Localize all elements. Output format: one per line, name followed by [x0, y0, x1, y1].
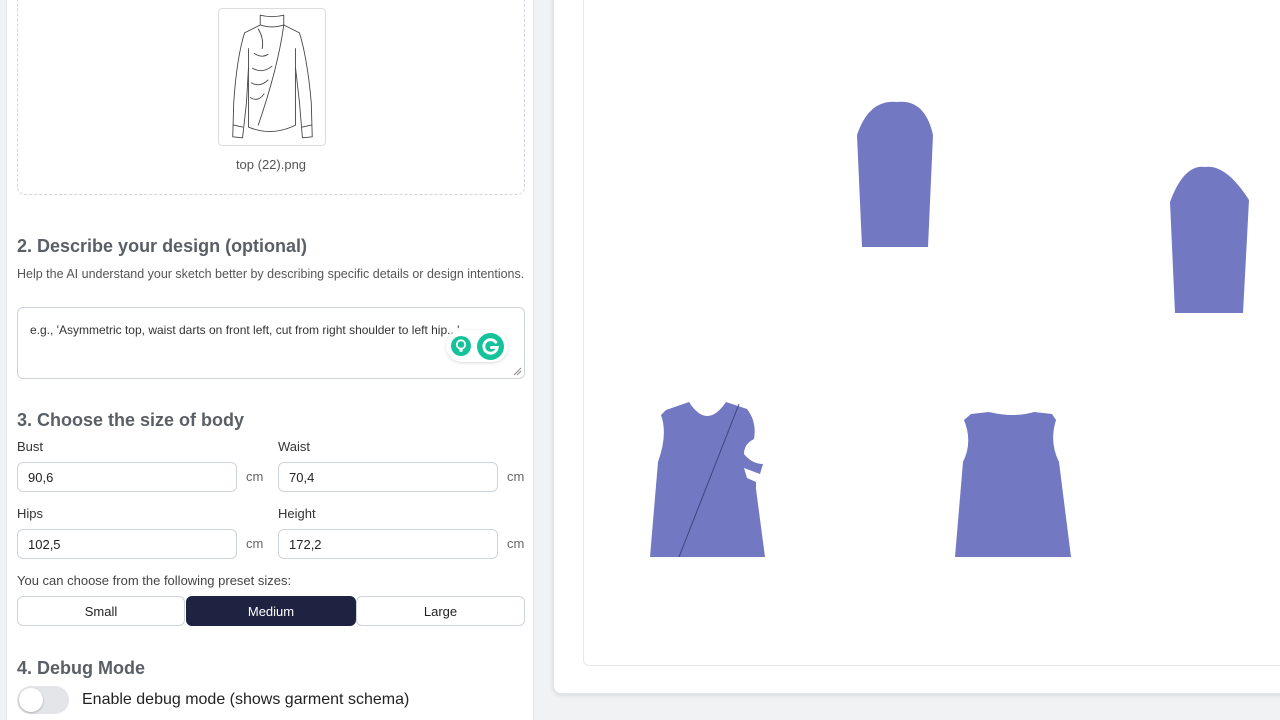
bust-label: Bust — [17, 439, 44, 454]
debug-toggle-label: Enable debug mode (shows garment schema) — [82, 691, 410, 708]
height-unit: cm — [507, 536, 525, 551]
preset-medium-button[interactable]: Medium — [186, 596, 356, 626]
hips-unit: cm — [246, 536, 264, 551]
sleeve-piece-left — [857, 101, 933, 247]
resize-handle-icon[interactable] — [513, 367, 522, 376]
front-bodice-piece — [650, 402, 765, 557]
grammarly-icon[interactable] — [477, 333, 504, 360]
grammarly-widget[interactable] — [446, 330, 508, 362]
preset-large-button[interactable]: Large — [356, 596, 525, 626]
pattern-canvas — [583, 0, 1280, 666]
sleeve-piece-right — [1170, 166, 1249, 313]
design-description-textarea[interactable]: e.g., 'Asymmetric top, waist darts on fr… — [17, 307, 525, 379]
debug-heading: 4. Debug Mode — [17, 658, 146, 678]
waist-unit: cm — [507, 469, 525, 484]
height-label: Height — [278, 506, 316, 521]
image-dropzone[interactable]: top (22).png — [17, 0, 525, 195]
describe-help-text: Help the AI understand your sketch bette… — [17, 267, 525, 281]
pattern-pieces-svg — [650, 101, 1249, 558]
hips-label: Hips — [17, 506, 44, 521]
toggle-knob — [19, 688, 43, 712]
bust-unit: cm — [246, 469, 264, 484]
describe-heading: 2. Describe your design (optional) — [17, 236, 308, 256]
back-bodice-piece — [955, 412, 1071, 557]
debug-mode-toggle[interactable] — [17, 686, 69, 714]
waist-input[interactable] — [278, 462, 498, 492]
bust-input[interactable] — [17, 462, 237, 492]
textarea-placeholder: e.g., 'Asymmetric top, waist darts on fr… — [30, 323, 460, 337]
preset-small-button[interactable]: Small — [17, 596, 185, 626]
size-heading: 3. Choose the size of body — [17, 410, 245, 430]
pattern-preview-card — [553, 0, 1280, 694]
height-input[interactable] — [278, 529, 498, 559]
sketch-thumbnail — [218, 8, 326, 146]
hips-input[interactable] — [17, 529, 237, 559]
jacket-sketch-image — [232, 14, 313, 139]
waist-label: Waist — [278, 439, 311, 454]
lightbulb-icon[interactable] — [451, 336, 471, 356]
presets-label: You can choose from the following preset… — [17, 573, 292, 588]
uploaded-filename: top (22).png — [235, 157, 307, 172]
left-panel: top (22).png 2. Describe your design (op… — [6, 0, 534, 720]
